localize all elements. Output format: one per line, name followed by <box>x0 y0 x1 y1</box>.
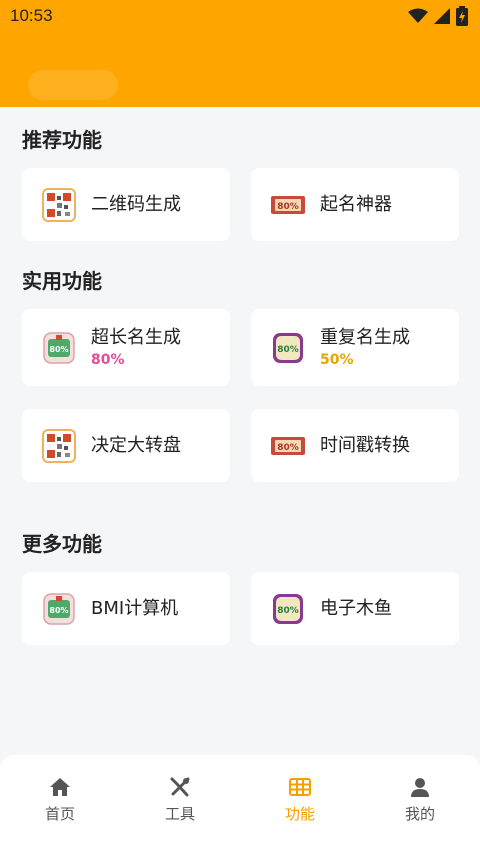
ticket-icon-text: 80% <box>277 443 299 453</box>
ticket-icon: 80% <box>271 188 305 222</box>
card-naming[interactable]: 80% 起名神器 <box>251 168 459 241</box>
ticket-icon: 80% <box>271 429 305 463</box>
status-bar: 10:53 <box>0 0 480 32</box>
card-title: 电子木鱼 <box>320 597 392 619</box>
home-icon <box>50 778 70 796</box>
tab-label: 工具 <box>164 805 195 823</box>
card-repeat-name[interactable]: 80% 重复名生成 50% <box>251 309 459 386</box>
card-title: 起名神器 <box>320 193 392 215</box>
card-title: 时间戳转换 <box>320 434 410 456</box>
badge-icon-text: 80% <box>277 606 299 616</box>
tools-icon <box>170 777 190 797</box>
section-title-more: 更多功能 <box>22 532 102 556</box>
badge-icon-text: 80% <box>49 345 68 354</box>
tab-home[interactable]: 首页 <box>0 755 120 853</box>
card-title: 二维码生成 <box>91 193 181 215</box>
badge-icon: 80% <box>42 592 76 626</box>
ticket-icon-text: 80% <box>277 202 299 212</box>
header-decoration <box>28 70 118 100</box>
card-bmi[interactable]: 80% BMI计算机 <box>22 572 230 645</box>
badge-icon-text: 80% <box>277 345 299 355</box>
wifi-icon <box>408 8 428 23</box>
status-time: 10:53 <box>10 6 53 25</box>
card-title: 重复名生成 <box>320 326 410 348</box>
card-long-name[interactable]: 80% 超长名生成 80% <box>22 309 230 386</box>
card-title: 超长名生成 <box>91 326 181 348</box>
section-title-recommended: 推荐功能 <box>22 128 102 152</box>
card-decision-wheel[interactable]: 决定大转盘 <box>22 409 230 482</box>
tab-label: 我的 <box>404 805 435 823</box>
badge-icon: 80% <box>42 331 76 365</box>
card-title: BMI计算机 <box>91 597 179 619</box>
battery-icon <box>456 6 468 26</box>
section-title-practical: 实用功能 <box>22 269 102 293</box>
person-icon <box>411 778 429 797</box>
card-title: 决定大转盘 <box>91 434 181 456</box>
tab-features[interactable]: 功能 <box>240 755 360 853</box>
tab-label: 功能 <box>284 805 315 823</box>
tab-label: 首页 <box>44 805 75 823</box>
qr-code-icon <box>42 428 76 463</box>
badge-icon: 80% <box>271 592 305 626</box>
card-qr-generator[interactable]: 二维码生成 <box>22 168 230 241</box>
card-muyu[interactable]: 80% 电子木鱼 <box>251 572 459 645</box>
qr-code-icon <box>42 187 76 222</box>
card-timestamp[interactable]: 80% 时间戳转换 <box>251 409 459 482</box>
bottom-tab-bar: 首页 工具 功能 我的 <box>0 755 480 853</box>
grid-icon <box>289 778 311 796</box>
card-percent: 50% <box>320 351 354 368</box>
tab-profile[interactable]: 我的 <box>360 755 480 853</box>
status-icons <box>408 6 468 26</box>
card-percent: 80% <box>91 351 125 368</box>
signal-icon <box>434 8 450 24</box>
badge-icon: 80% <box>271 331 305 365</box>
tab-tools[interactable]: 工具 <box>120 755 240 853</box>
badge-icon-text: 80% <box>49 606 68 615</box>
header: 10:53 <box>0 0 480 107</box>
